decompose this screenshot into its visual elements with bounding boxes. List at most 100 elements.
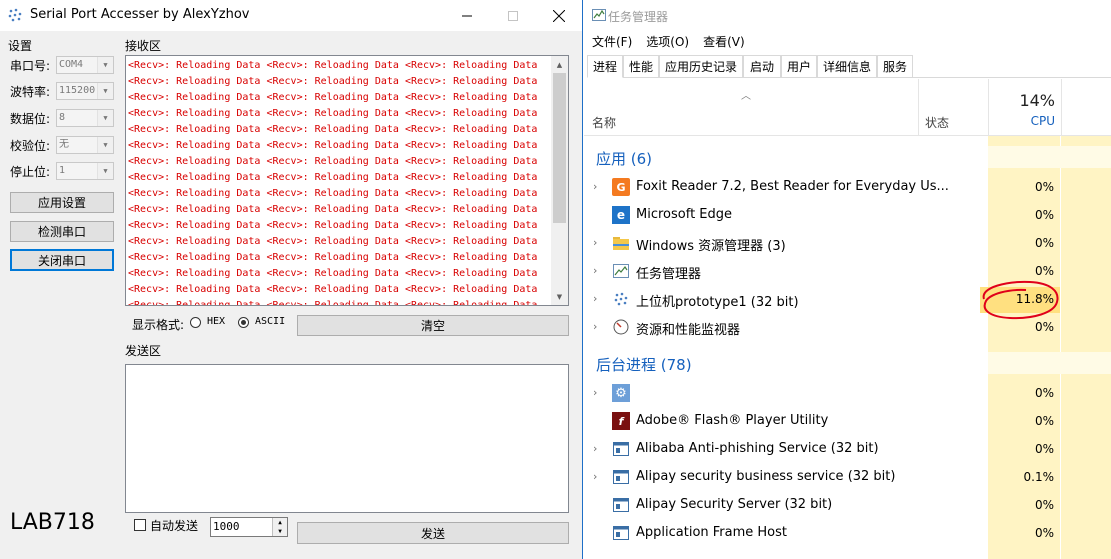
process-name: Windows 资源管理器 (3) [636,239,786,254]
hex-label: HEX [207,316,226,327]
detect-port-button[interactable]: 检测串口 [10,221,114,242]
process-row[interactable]: › Alipay security business service (32 b… [584,465,1111,491]
chevron-right-icon[interactable]: › [593,236,597,249]
process-row[interactable]: f Adobe® Flash® Player Utility 0% [584,409,1111,435]
receive-line: <Recv>: Reloading Data <Recv>: Reloading… [128,300,538,306]
bg-group-bg [988,352,1111,374]
tab-app-history[interactable]: 应用历史记录 [659,55,743,77]
baud-select[interactable]: 115200 ▼ [56,82,114,100]
close-icon [553,9,565,22]
auto-send-label: 自动发送 [150,519,199,533]
receive-line: <Recv>: Reloading Data <Recv>: Reloading… [128,220,538,231]
port-select[interactable]: COM4 ▼ [56,56,114,74]
tab-users[interactable]: 用户 [781,55,817,77]
tab-strip: 进程 性能 应用历史记录 启动 用户 详细信息 服务 [587,55,1111,78]
process-row[interactable]: › Windows 资源管理器 (3) 0% [584,231,1111,257]
tab-performance[interactable]: 性能 [623,55,659,77]
sort-up-icon[interactable]: ︿ [741,87,751,102]
menu-file[interactable]: 文件(F) [592,33,632,50]
resource-monitor-icon [613,319,629,335]
process-name: Microsoft Edge [636,207,733,222]
scroll-down-icon[interactable]: ▼ [551,288,568,305]
receive-line: <Recv>: Reloading Data <Recv>: Reloading… [128,284,538,295]
send-textarea[interactable] [125,364,569,513]
tab-startup[interactable]: 启动 [743,55,781,77]
chevron-right-icon[interactable]: › [593,442,597,455]
menu-view[interactable]: 查看(V) [703,33,745,50]
auto-send-checkbox[interactable] [134,519,146,531]
gear-icon: ⚙ [612,384,630,402]
process-row[interactable]: › G Foxit Reader 7.2, Best Reader for Ev… [584,175,1111,201]
app-icon [8,8,22,22]
stopbits-select[interactable]: 1 ▼ [56,162,114,180]
receive-scrollbar[interactable]: ▲ ▼ [551,56,568,305]
menu-options[interactable]: 选项(O) [646,33,689,50]
process-cpu: 0% [1034,386,1054,400]
chevron-down-icon: ▼ [97,110,113,126]
chevron-right-icon[interactable]: › [593,180,597,193]
databits-select[interactable]: 8 ▼ [56,109,114,127]
clear-button[interactable]: 清空 [297,315,569,336]
interval-stepper[interactable]: 1000 ▲ ▼ [210,517,288,537]
chevron-right-icon[interactable]: › [593,320,597,333]
apply-settings-button[interactable]: 应用设置 [10,192,114,213]
chevron-right-icon[interactable]: › [593,470,597,483]
receive-line: <Recv>: Reloading Data <Recv>: Reloading… [128,252,538,263]
baud-label: 波特率: [10,85,51,99]
parity-value: 无 [59,139,69,150]
chevron-right-icon[interactable]: › [593,264,597,277]
process-row[interactable]: e Microsoft Edge 0% [584,203,1111,229]
title-bar[interactable]: Serial Port Accesser by AlexYzhov [0,0,582,31]
process-name: Application Frame Host [636,525,788,540]
maximize-button[interactable] [490,0,536,31]
flash-icon: f [612,412,630,430]
chevron-down-icon: ▼ [97,83,113,99]
close-button[interactable] [536,0,582,31]
service-icon [613,470,629,484]
process-row[interactable]: › ⚙ 0% [584,381,1111,407]
process-name: 上位机prototype1 (32 bit) [636,295,799,310]
ascii-radio[interactable] [238,317,249,328]
task-manager-icon [592,9,606,21]
edge-icon: e [612,206,630,224]
chevron-right-icon[interactable]: › [593,292,597,305]
tab-processes[interactable]: 进程 [587,55,623,78]
process-row[interactable]: › Alibaba Anti-phishing Service (32 bit)… [584,437,1111,463]
ascii-label: ASCII [255,316,286,327]
name-column-header[interactable]: 名称 [592,114,616,131]
close-port-button[interactable]: 关闭串口 [10,249,114,271]
receive-textarea[interactable]: <Recv>: Reloading Data <Recv>: Reloading… [125,55,569,306]
spin-down-icon[interactable]: ▼ [272,527,287,536]
receive-line: <Recv>: Reloading Data <Recv>: Reloading… [128,204,538,215]
send-label: 发送区 [125,344,162,358]
interval-value: 1000 [213,520,240,533]
process-name: 资源和性能监视器 [636,323,741,338]
parity-select[interactable]: 无 ▼ [56,136,114,154]
scroll-up-icon[interactable]: ▲ [551,56,568,73]
chevron-down-icon: ▼ [97,137,113,153]
process-name: Foxit Reader 7.2, Best Reader for Everyd… [636,179,949,194]
receive-line: <Recv>: Reloading Data <Recv>: Reloading… [128,76,538,87]
apps-group-header[interactable]: 应用 (6) [596,148,652,169]
chevron-right-icon[interactable]: › [593,386,597,399]
status-column-header[interactable]: 状态 [918,79,989,135]
service-icon [613,442,629,456]
process-row[interactable]: Alipay Security Server (32 bit) 0% [584,493,1111,519]
tab-services[interactable]: 服务 [877,55,913,77]
hex-radio[interactable] [190,317,201,328]
send-button[interactable]: 发送 [297,522,569,544]
stopbits-value: 1 [59,165,66,176]
minimize-button[interactable] [444,0,490,31]
cpu-column-header[interactable]: 14% CPU [988,79,1062,135]
menu-bar: 文件(F) 选项(O) 查看(V) [592,33,745,50]
process-row[interactable]: Application Frame Host 0% [584,521,1111,547]
background-group-header[interactable]: 后台进程 (78) [596,354,692,375]
receive-content: <Recv>: Reloading Data <Recv>: Reloading… [128,58,550,306]
process-name: Adobe® Flash® Player Utility [636,413,829,428]
tab-details[interactable]: 详细信息 [817,55,877,77]
process-cpu: 0% [1034,526,1054,540]
process-name: Alibaba Anti-phishing Service (32 bit) [636,441,879,456]
settings-label: 设置 [8,39,33,53]
scroll-thumb[interactable] [553,73,566,223]
process-name: 任务管理器 [636,267,702,282]
